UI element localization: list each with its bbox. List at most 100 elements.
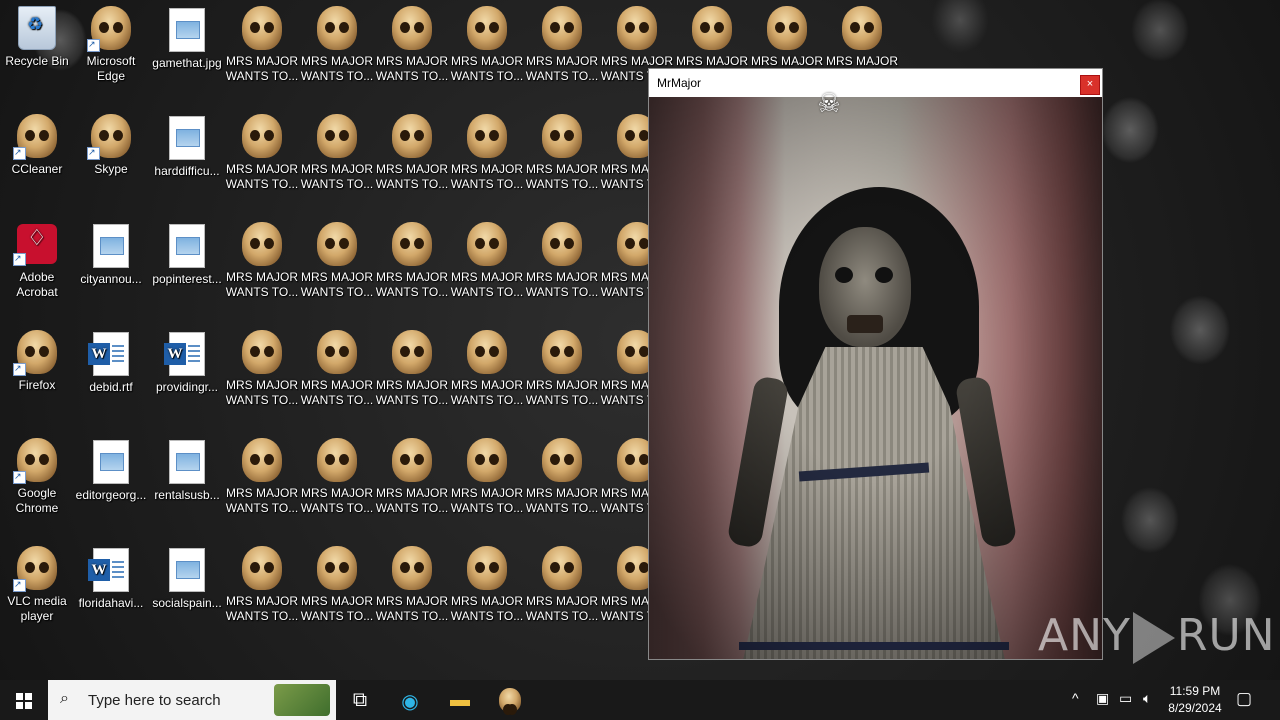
malware-skull-icon[interactable]: MRS MAJORWANTS TO...: [225, 218, 299, 318]
desktop-icon-cityannou[interactable]: cityannou...: [74, 218, 148, 318]
malware-skull-icon[interactable]: MRS MAJORWANTS TO...: [525, 434, 599, 534]
malware-skull-icon[interactable]: MRS MAJORWANTS TO...: [375, 434, 449, 534]
skull-icon: [467, 330, 507, 374]
malware-skull-icon[interactable]: MRS MAJORWANTS TO...: [450, 110, 524, 210]
clock-time: 11:59 PM: [1169, 684, 1221, 698]
clock[interactable]: 11:59 PM 8/29/2024: [1160, 683, 1230, 717]
desktop-icon-vlc[interactable]: VLC media player: [0, 542, 74, 642]
image-file-icon: [169, 8, 205, 52]
icon-label: WANTS TO...: [375, 501, 449, 515]
skull-icon: [542, 6, 582, 50]
window-titlebar[interactable]: MrMajor ×: [649, 69, 1102, 97]
malware-skull-icon[interactable]: MRS MAJORWANTS TO...: [225, 542, 299, 642]
malware-skull-icon[interactable]: MRS MAJORWANTS TO...: [300, 542, 374, 642]
desktop-icon-debid[interactable]: W debid.rtf: [74, 326, 148, 426]
malware-skull-icon[interactable]: MRS MAJORWANTS TO...: [450, 542, 524, 642]
malware-skull-icon[interactable]: MRS MAJORWANTS TO...: [300, 110, 374, 210]
malware-skull-icon[interactable]: MRS MAJORWANTS TO...: [450, 434, 524, 534]
icon-label: WANTS TO...: [525, 609, 599, 623]
search-box[interactable]: ⌕ Type here to search: [48, 680, 336, 720]
malware-skull-icon[interactable]: MRS MAJORWANTS TO...: [450, 2, 524, 102]
skull-icon: [467, 6, 507, 50]
malware-skull-icon[interactable]: MRS MAJORWANTS TO...: [375, 542, 449, 642]
icon-label: MRS MAJOR: [226, 54, 298, 68]
skull-icon: [317, 438, 357, 482]
taskbar: ⌕ Type here to search ⧉ ◉ ▬ ^ ▣ ▭ 🔈︎ 11:…: [0, 680, 1280, 720]
icon-label: WANTS TO...: [525, 285, 599, 299]
mrmajor-window[interactable]: MrMajor ×: [648, 68, 1103, 660]
desktop-icon-floridahavi[interactable]: W floridahavi...: [74, 542, 148, 642]
window-title: MrMajor: [657, 76, 701, 90]
skull-icon: [13, 546, 57, 592]
skull-icon: [317, 222, 357, 266]
icon-label: floridahavi...: [78, 596, 144, 610]
icon-label: WANTS TO...: [300, 393, 374, 407]
icon-label: providingr...: [155, 380, 219, 394]
icon-label: debid.rtf: [89, 380, 133, 394]
skull-icon: [692, 6, 732, 50]
desktop-icon-skype[interactable]: Skype: [74, 110, 148, 210]
icon-label: WANTS TO...: [225, 501, 299, 515]
malware-skull-icon[interactable]: MRS MAJORWANTS TO...: [300, 218, 374, 318]
malware-skull-icon[interactable]: MRS MAJORWANTS TO...: [525, 542, 599, 642]
desktop-icon-firefox[interactable]: Firefox: [0, 326, 74, 426]
skull-icon: [542, 546, 582, 590]
icon-label: MRS MAJOR: [526, 270, 598, 284]
malware-skull-icon[interactable]: MRS MAJORWANTS TO...: [450, 326, 524, 426]
notification-icon[interactable]: ▢: [1236, 689, 1252, 709]
malware-skull-icon[interactable]: MRS MAJORWANTS TO...: [300, 2, 374, 102]
desktop-icon-google-chrome[interactable]: Google Chrome: [0, 434, 74, 534]
malware-skull-icon[interactable]: MRS MAJORWANTS TO...: [525, 218, 599, 318]
desktop-icon-adobe-acrobat[interactable]: ♢ Adobe Acrobat: [0, 218, 74, 318]
close-button[interactable]: ×: [1080, 75, 1100, 95]
desktop-icon-popinterest[interactable]: popinterest...: [150, 218, 224, 318]
volume-icon[interactable]: 🔈︎: [1143, 690, 1151, 707]
malware-skull-icon[interactable]: MRS MAJORWANTS TO...: [225, 326, 299, 426]
icon-label: editorgeorg...: [75, 488, 147, 502]
malware-skull-icon[interactable]: MRS MAJORWANTS TO...: [525, 110, 599, 210]
network-icon[interactable]: ▭: [1119, 690, 1132, 707]
desktop-icon-providingr[interactable]: W providingr...: [150, 326, 224, 426]
malware-skull-icon[interactable]: MRS MAJORWANTS TO...: [525, 2, 599, 102]
malware-skull-icon[interactable]: MRS MAJORWANTS TO...: [375, 218, 449, 318]
icon-label: WANTS TO...: [300, 69, 374, 83]
desktop-icon-harddifficu[interactable]: harddifficu...: [150, 110, 224, 210]
desktop-icon-editorgeorg[interactable]: editorgeorg...: [74, 434, 148, 534]
malware-skull-icon[interactable]: MRS MAJORWANTS TO...: [225, 434, 299, 534]
malware-skull-icon[interactable]: MRS MAJORWANTS TO...: [300, 326, 374, 426]
icon-label: MRS MAJOR: [301, 162, 373, 176]
icon-label: MRS MAJOR: [301, 594, 373, 608]
icon-label: WANTS TO...: [225, 177, 299, 191]
desktop-icon-recycle-bin[interactable]: Recycle Bin: [0, 2, 74, 102]
icon-label: socialspain...: [152, 596, 222, 610]
icon-label: MRS MAJOR: [226, 486, 298, 500]
start-button[interactable]: [0, 680, 48, 720]
image-file-icon: [169, 224, 205, 268]
taskbar-file-explorer[interactable]: ▬: [436, 680, 484, 720]
malware-skull-icon[interactable]: MRS MAJORWANTS TO...: [525, 326, 599, 426]
skull-icon: [242, 114, 282, 158]
icon-label: MRS MAJOR: [526, 594, 598, 608]
taskbar-mrmajor[interactable]: [486, 680, 534, 720]
taskbar-edge[interactable]: ◉: [386, 680, 434, 720]
image-file-icon: [93, 440, 129, 484]
skull-icon: [392, 222, 432, 266]
skull-icon: [13, 114, 57, 160]
desktop-icon-ccleaner[interactable]: CCleaner: [0, 110, 74, 210]
shortcut-arrow-icon: [13, 469, 26, 484]
desktop-icon-rentalsusb[interactable]: rentalsusb...: [150, 434, 224, 534]
icon-label: MRS MAJOR: [376, 594, 448, 608]
malware-skull-icon[interactable]: MRS MAJORWANTS TO...: [450, 218, 524, 318]
meet-now-icon[interactable]: ▣: [1096, 690, 1109, 707]
desktop-icon-gamethat[interactable]: gamethat.jpg: [150, 2, 224, 102]
malware-skull-icon[interactable]: MRS MAJORWANTS TO...: [225, 110, 299, 210]
malware-skull-icon[interactable]: MRS MAJORWANTS TO...: [375, 2, 449, 102]
malware-skull-icon[interactable]: MRS MAJORWANTS TO...: [375, 110, 449, 210]
desktop-icon-socialspain[interactable]: socialspain...: [150, 542, 224, 642]
chevron-up-icon[interactable]: ^: [1072, 690, 1079, 706]
desktop-icon-microsoft-edge[interactable]: Microsoft Edge: [74, 2, 148, 102]
malware-skull-icon[interactable]: MRS MAJORWANTS TO...: [300, 434, 374, 534]
malware-skull-icon[interactable]: MRS MAJORWANTS TO...: [375, 326, 449, 426]
malware-skull-icon[interactable]: MRS MAJORWANTS TO...: [225, 2, 299, 102]
task-view-button[interactable]: ⧉: [336, 680, 384, 720]
